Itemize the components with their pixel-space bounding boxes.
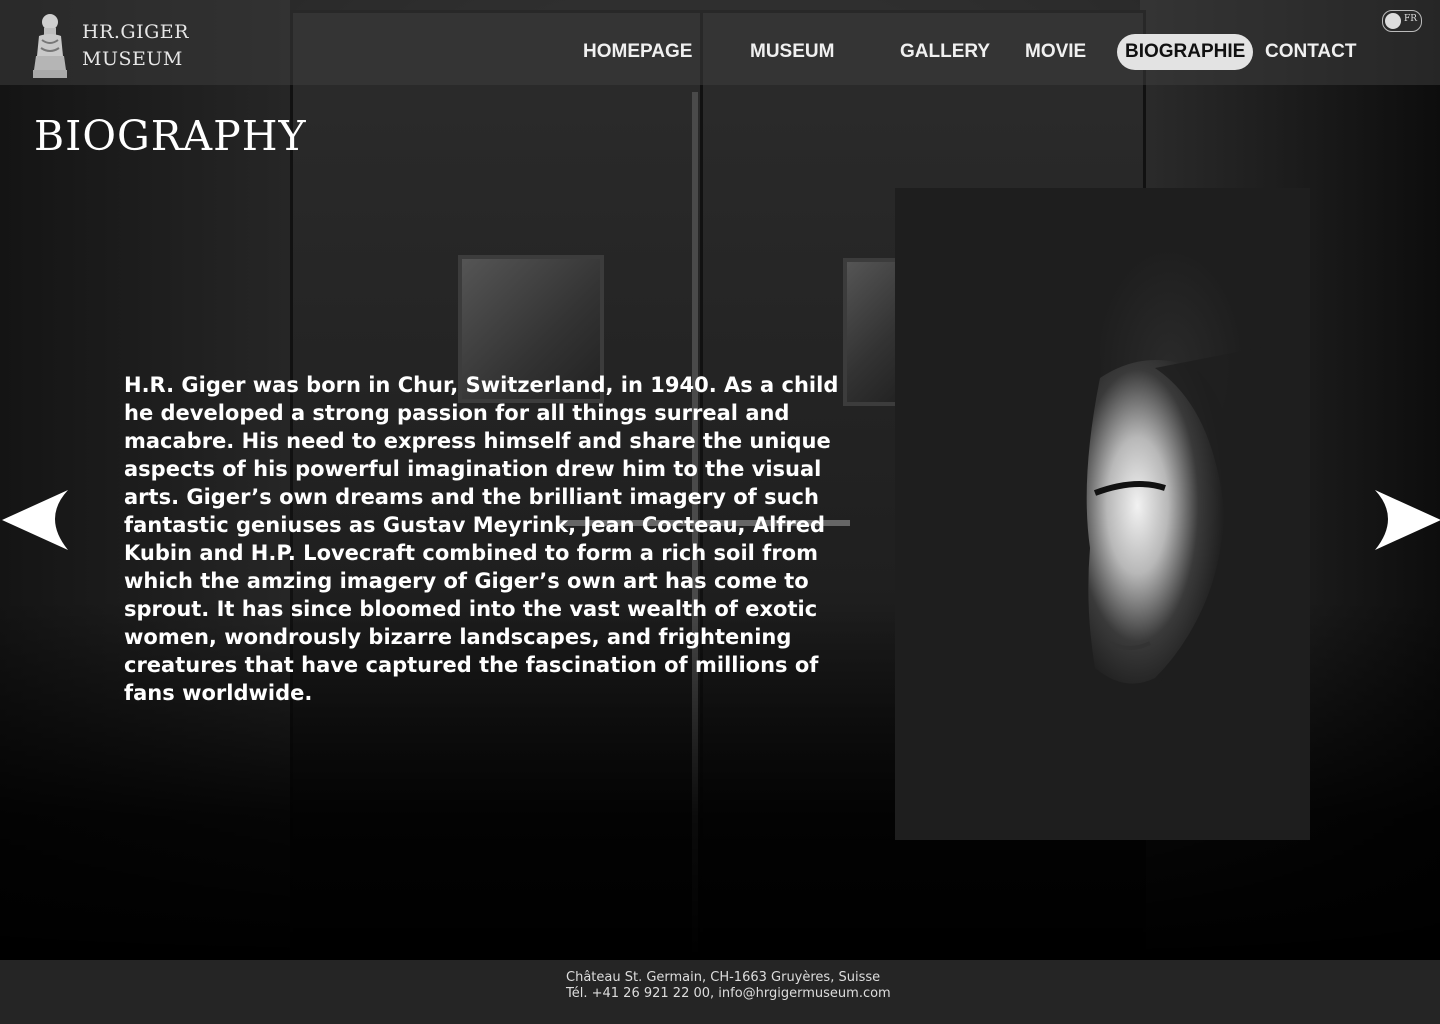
footer-address: Château St. Germain, CH-1663 Gruyères, S… xyxy=(566,970,881,985)
nav-gallery[interactable]: GALLERY xyxy=(892,34,998,70)
nav-movie[interactable]: MOVIE xyxy=(1017,34,1094,70)
language-toggle[interactable]: FR xyxy=(1382,10,1422,32)
portrait-face-icon xyxy=(895,188,1310,840)
portrait-image xyxy=(895,188,1310,840)
nav-biographie[interactable]: BIOGRAPHIE xyxy=(1117,34,1254,70)
nav-museum[interactable]: MUSEUM xyxy=(742,34,842,70)
language-label: FR xyxy=(1403,14,1417,24)
toggle-knob xyxy=(1385,13,1401,29)
footer-contact[interactable]: Tél. +41 26 921 22 00, info@hrgigermuseu… xyxy=(566,986,891,1002)
arrow-left-icon[interactable] xyxy=(2,488,68,552)
site-header: HR.GIGER MUSEUM HOMEPAGE MUSEUM GALLERY … xyxy=(0,0,1440,85)
biography-text: H.R. Giger was born in Chur, Switzerland… xyxy=(124,373,839,705)
main-nav: HOMEPAGE MUSEUM GALLERY MOVIE BIOGRAPHIE… xyxy=(0,34,1440,70)
site-footer: Château St. Germain, CH-1663 Gruyères, S… xyxy=(0,960,1440,1024)
nav-contact[interactable]: CONTACT xyxy=(1257,34,1364,70)
nav-homepage[interactable]: HOMEPAGE xyxy=(575,34,700,70)
page-title: BIOGRAPHY xyxy=(34,112,307,160)
arrow-right-icon[interactable] xyxy=(1375,488,1440,552)
